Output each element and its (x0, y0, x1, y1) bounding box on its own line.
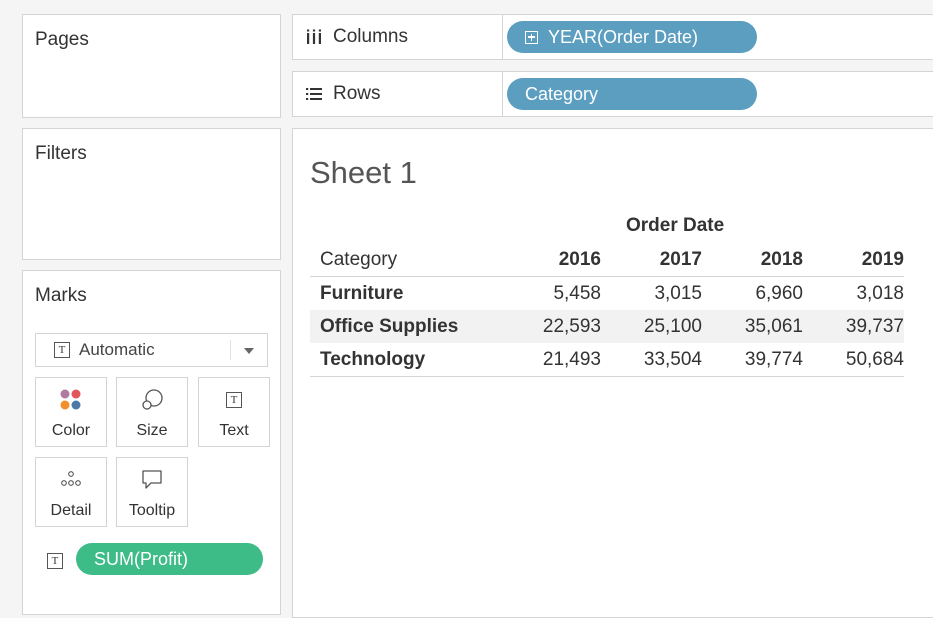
value-cell[interactable]: 22,593 (500, 310, 601, 343)
tooltip-button[interactable]: Tooltip (116, 457, 188, 527)
rows-shelf[interactable]: Rows Category (292, 71, 933, 117)
category-cell[interactable]: Technology (310, 343, 500, 377)
value-cell[interactable]: 25,100 (601, 310, 702, 343)
value-cell[interactable]: 3,015 (601, 277, 702, 311)
mark-type-dropdown[interactable]: T Automatic (35, 333, 268, 367)
order-date-header[interactable]: Order Date (626, 215, 724, 237)
value-cell[interactable]: 35,061 (702, 310, 803, 343)
sum-profit-label: SUM(Profit) (94, 548, 188, 569)
columns-shelf-label: Columns (293, 15, 503, 59)
text-encoding-icon: T (47, 553, 63, 569)
category-header[interactable]: Category (310, 243, 500, 277)
category-cell[interactable]: Office Supplies (310, 310, 500, 343)
chevron-down-icon (244, 348, 254, 354)
rows-label: Rows (333, 83, 381, 104)
value-cell[interactable]: 3,018 (803, 277, 904, 311)
columns-shelf[interactable]: Columns YEAR(Order Date) (292, 14, 933, 60)
color-dots-icon (59, 388, 83, 412)
color-label: Color (51, 422, 91, 439)
marks-panel: Marks T Automatic Color Size T Text Deta… (22, 270, 281, 615)
filters-title: Filters (35, 143, 87, 164)
value-cell[interactable]: 21,493 (500, 343, 601, 377)
columns-label: Columns (333, 26, 408, 47)
text-icon: T (226, 392, 242, 408)
value-cell[interactable]: 39,737 (803, 310, 904, 343)
dropdown-divider (230, 340, 231, 360)
crosstab-table: Category 2016 2017 2018 2019 Furniture 5… (310, 243, 904, 377)
size-button[interactable]: Size (116, 377, 188, 447)
value-cell[interactable]: 33,504 (601, 343, 702, 377)
table-row: Technology 21,493 33,504 39,774 50,684 (310, 343, 904, 377)
color-button[interactable]: Color (35, 377, 107, 447)
year-order-date-pill[interactable]: YEAR(Order Date) (507, 21, 757, 53)
sheet-title[interactable]: Sheet 1 (310, 155, 417, 191)
year-order-date-label: YEAR(Order Date) (548, 26, 699, 47)
category-pill-label: Category (525, 83, 599, 104)
detail-label: Detail (50, 502, 92, 519)
tooltip-icon (140, 468, 164, 490)
text-label: Text (219, 422, 249, 439)
category-cell[interactable]: Furniture (310, 277, 500, 311)
size-icon (140, 388, 164, 412)
pages-title: Pages (35, 29, 89, 50)
marks-title: Marks (35, 285, 87, 306)
category-pill[interactable]: Category (507, 78, 757, 110)
text-mark-icon: T (54, 342, 70, 358)
year-header[interactable]: 2017 (601, 243, 702, 277)
year-header[interactable]: 2018 (702, 243, 803, 277)
table-row: Office Supplies 22,593 25,100 35,061 39,… (310, 310, 904, 343)
detail-button[interactable]: Detail (35, 457, 107, 527)
expand-plus-icon[interactable] (525, 30, 538, 44)
text-button[interactable]: T Text (198, 377, 270, 447)
value-cell[interactable]: 6,960 (702, 277, 803, 311)
sum-profit-pill[interactable]: SUM(Profit) (76, 543, 263, 575)
tooltip-label: Tooltip (128, 502, 176, 519)
pages-panel[interactable]: Pages (22, 14, 281, 118)
detail-dots-icon (59, 468, 83, 490)
mark-type-label: Automatic (79, 340, 155, 359)
rows-shelf-label: Rows (293, 72, 503, 116)
table-row: Furniture 5,458 3,015 6,960 3,018 (310, 277, 904, 311)
year-header[interactable]: 2019 (803, 243, 904, 277)
size-label: Size (136, 422, 168, 439)
filters-panel[interactable]: Filters (22, 128, 281, 260)
year-header[interactable]: 2016 (500, 243, 601, 277)
value-cell[interactable]: 39,774 (702, 343, 803, 377)
value-cell[interactable]: 5,458 (500, 277, 601, 311)
table-header-row: Category 2016 2017 2018 2019 (310, 243, 904, 277)
value-cell[interactable]: 50,684 (803, 343, 904, 377)
columns-icon (305, 28, 323, 46)
rows-icon (305, 85, 323, 103)
